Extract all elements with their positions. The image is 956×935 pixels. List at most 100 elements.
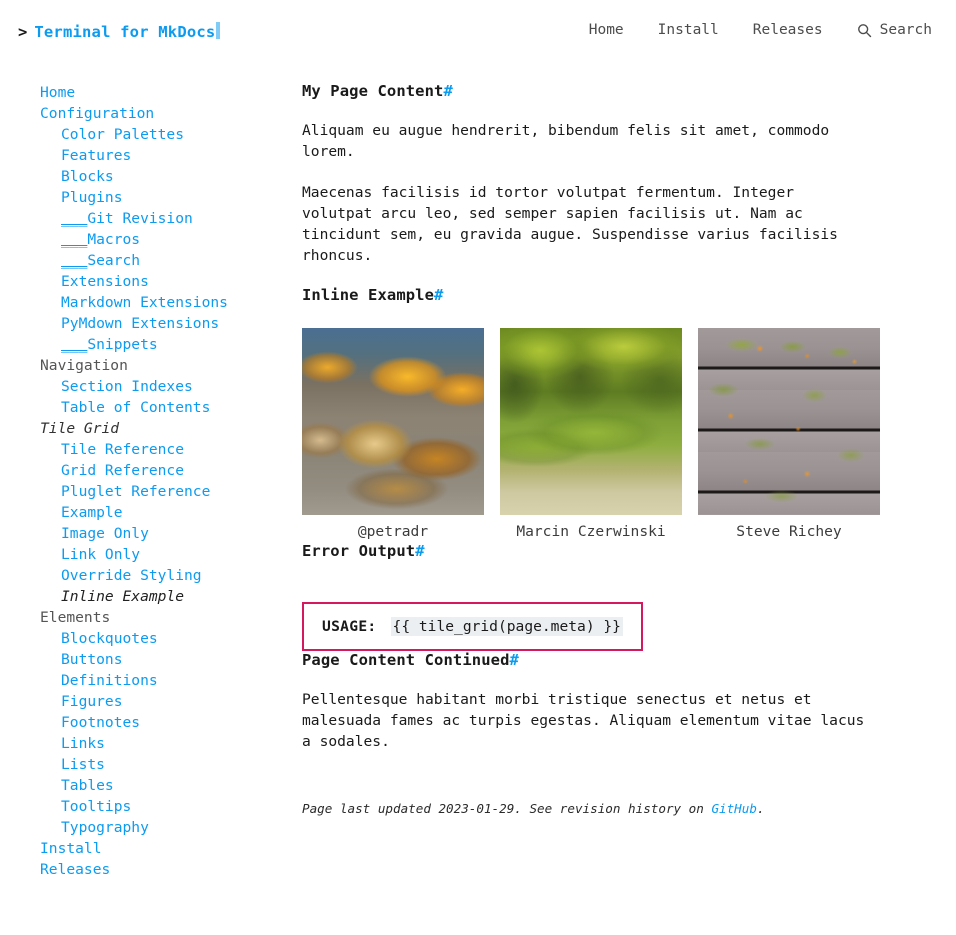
- sidebar-item-link-only[interactable]: Link Only: [40, 544, 290, 565]
- search-icon: [857, 23, 871, 37]
- sidebar-item-label: Install: [40, 840, 102, 857]
- sidebar-item-definitions[interactable]: Definitions: [40, 670, 290, 691]
- sidebar-item-tables[interactable]: Tables: [40, 775, 290, 796]
- heading-page-content-continued-text: Page Content Continued: [302, 651, 510, 669]
- sidebar-item-indent-marker: ___: [61, 210, 88, 227]
- sidebar-item-tile-reference[interactable]: Tile Reference: [40, 439, 290, 460]
- sidebar-nav-list: Home Configuration Color Palettes Features B…: [40, 82, 290, 880]
- sidebar-item-label: Tile Grid: [40, 420, 120, 437]
- sidebar-item-label: Features: [61, 147, 132, 164]
- sidebar-item-extensions[interactable]: Extensions: [40, 271, 290, 292]
- sidebar-item-links[interactable]: Links: [40, 733, 290, 754]
- heading-anchor-link[interactable]: #: [510, 651, 519, 669]
- sidebar-item-table-of-contents[interactable]: Table of Contents: [40, 397, 290, 418]
- sidebar-item-label: Example: [61, 504, 123, 521]
- sidebar-item-label: Color Palettes: [61, 126, 185, 143]
- sidebar-item-configuration[interactable]: Configuration: [40, 103, 290, 124]
- sidebar-item-label: Configuration: [40, 105, 155, 122]
- sidebar-item-label: Grid Reference: [61, 462, 185, 479]
- sidebar-item-label: Figures: [61, 693, 123, 710]
- heading-inline-example-text: Inline Example: [302, 286, 435, 304]
- sidebar-item-label: Override Styling: [61, 567, 202, 584]
- heading-error-output-text: Error Output: [302, 542, 416, 560]
- search-button[interactable]: Search: [857, 22, 932, 38]
- green-moss-forest-photo[interactable]: [500, 328, 682, 515]
- sidebar-item-git-revision[interactable]: ___Git Revision: [40, 208, 290, 229]
- sidebar-item-label: Table of Contents: [61, 399, 211, 416]
- tile-caption: Steve Richey: [736, 523, 842, 540]
- site-brand[interactable]: > Terminal for MkDocs: [18, 20, 221, 41]
- sidebar-item-macros[interactable]: ___Macros: [40, 229, 290, 250]
- page-title: My Page Content#: [302, 82, 870, 100]
- sidebar-item-override-styling[interactable]: Override Styling: [40, 565, 290, 586]
- heading-page-content-continued: Page Content Continued#: [302, 651, 870, 669]
- weathered-planks-photo[interactable]: [698, 328, 880, 515]
- sidebar-item-releases[interactable]: Releases: [40, 859, 290, 880]
- sidebar-item-label: Extensions: [61, 273, 149, 290]
- sidebar-item-label: Buttons: [61, 651, 123, 668]
- heading-error-output: Error Output#: [302, 542, 870, 560]
- sidebar-item-figures[interactable]: Figures: [40, 691, 290, 712]
- sidebar-item-label: Tables: [61, 777, 114, 794]
- sidebar-item-image-only[interactable]: Image Only: [40, 523, 290, 544]
- error-output-box: USAGE: {{ tile_grid(page.meta) }}: [302, 602, 643, 651]
- sidebar-item-navigation: Navigation: [40, 355, 290, 376]
- sidebar-item-indent-marker: ___: [61, 336, 88, 353]
- autumn-leaves-photo[interactable]: [302, 328, 484, 515]
- page-meta-text-before: Page last updated 2023-01-29. See revisi…: [302, 801, 712, 816]
- sidebar-item-inline-example: Inline Example: [40, 586, 290, 607]
- tile-item[interactable]: Marcin Czerwinski: [500, 328, 682, 542]
- page-body: Home Configuration Color Palettes Features B…: [0, 60, 956, 935]
- tile-grid: @petradr Marcin Czerwinski Steve Richey: [302, 328, 880, 542]
- sidebar-item-search[interactable]: ___Search: [40, 250, 290, 271]
- sidebar-item-tooltips[interactable]: Tooltips: [40, 796, 290, 817]
- sidebar-item-label: Elements: [40, 609, 111, 626]
- sidebar-item-indent-marker: ___: [61, 252, 88, 269]
- top-nav-item-install[interactable]: Install: [658, 22, 719, 38]
- sidebar-item-label: Typography: [61, 819, 149, 836]
- heading-anchor-link[interactable]: #: [443, 82, 452, 100]
- tile-item[interactable]: @petradr: [302, 328, 484, 542]
- sidebar-item-pluglet-reference[interactable]: Pluglet Reference: [40, 481, 290, 502]
- sidebar-item-label: Blocks: [61, 168, 114, 185]
- sidebar-item-footnotes[interactable]: Footnotes: [40, 712, 290, 733]
- tile-caption: Marcin Czerwinski: [516, 523, 666, 540]
- sidebar-item-color-palettes[interactable]: Color Palettes: [40, 124, 290, 145]
- sidebar-item-label: Pluglet Reference: [61, 483, 211, 500]
- sidebar-item-example[interactable]: Example: [40, 502, 290, 523]
- tile-item[interactable]: Steve Richey: [698, 328, 880, 542]
- top-nav-item-home[interactable]: Home: [589, 22, 624, 38]
- sidebar-item-label: Macros: [87, 231, 141, 248]
- sidebar-item-section-indexes[interactable]: Section Indexes: [40, 376, 290, 397]
- sidebar-item-pymdown-extensions[interactable]: PyMdown Extensions: [40, 313, 290, 334]
- page-title-text: My Page Content: [302, 82, 444, 100]
- sidebar-item-typography[interactable]: Typography: [40, 817, 290, 838]
- heading-anchor-link[interactable]: #: [415, 542, 424, 560]
- github-link[interactable]: GitHub: [711, 801, 757, 816]
- sidebar-item-lists[interactable]: Lists: [40, 754, 290, 775]
- sidebar-item-label: Lists: [61, 756, 105, 773]
- sidebar-item-plugins[interactable]: Plugins: [40, 187, 290, 208]
- page-revision-meta: Page last updated 2023-01-29. See revisi…: [302, 800, 870, 818]
- sidebar-item-install[interactable]: Install: [40, 838, 290, 859]
- sidebar-item-label: Blockquotes: [61, 630, 158, 647]
- sidebar-item-markdown-extensions[interactable]: Markdown Extensions: [40, 292, 290, 313]
- sidebar-item-blocks[interactable]: Blocks: [40, 166, 290, 187]
- sidebar-item-features[interactable]: Features: [40, 145, 290, 166]
- sidebar-item-buttons[interactable]: Buttons: [40, 649, 290, 670]
- site-title: Terminal for MkDocs: [34, 22, 216, 41]
- tile-caption: @petradr: [357, 523, 429, 540]
- sidebar-item-label: Navigation: [40, 357, 128, 374]
- sidebar-item-label: Inline Example: [61, 588, 185, 605]
- sidebar-item-snippets[interactable]: ___Snippets: [40, 334, 290, 355]
- top-nav-item-releases[interactable]: Releases: [753, 22, 823, 38]
- sidebar-item-blockquotes[interactable]: Blockquotes: [40, 628, 290, 649]
- sidebar-item-grid-reference[interactable]: Grid Reference: [40, 460, 290, 481]
- main-content: My Page Content# Aliquam eu augue hendre…: [290, 60, 910, 818]
- sidebar-item-label: Footnotes: [61, 714, 141, 731]
- sidebar-item-home[interactable]: Home: [40, 82, 290, 103]
- paragraph-intro: Aliquam eu augue hendrerit, bibendum fel…: [302, 122, 830, 160]
- heading-inline-example: Inline Example#: [302, 286, 870, 304]
- sidebar-item-label: Link Only: [61, 546, 141, 563]
- heading-anchor-link[interactable]: #: [434, 286, 443, 304]
